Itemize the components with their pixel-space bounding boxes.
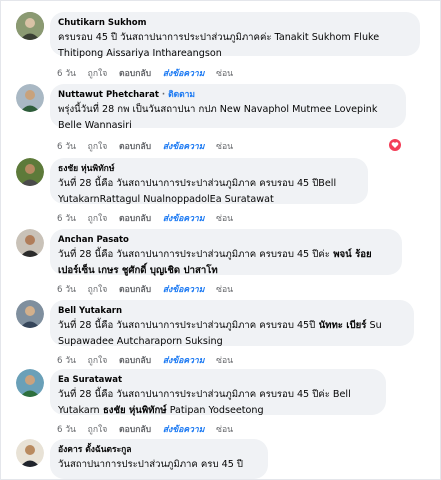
like-button[interactable]: ถูกใจ [88,282,108,296]
send-message-link[interactable]: ส่งข้อความ [163,422,205,436]
comment-bubble: Nuttawut Phetcharat · ติดตาม พรุ่งนี้วัน… [50,84,406,131]
send-message-link[interactable]: ส่งข้อความ [163,66,205,80]
reply-button[interactable]: ตอบกลับ [119,282,151,296]
avatar[interactable] [16,84,44,112]
comment-bubble: Bell Yutakarn วันที่ 28 นี้คือ วันสถาปนา… [50,300,414,347]
comment-text: วันที่ 28 นี้คือ วันสถาปนาการประปาส่วนภู… [58,320,316,331]
comment-text-line: วันที่ 28 นี้คือ วันสถาปนาการประปาส่วนภู… [58,178,337,189]
comment-text-line: ครบรอบ 45 ปี วันสถาปนาการประปาส่วนภูมิภา… [58,32,380,43]
tagged-name[interactable]: ธงชัย หุ่นพิทักษ์ [100,405,167,416]
avatar[interactable] [16,369,44,397]
commenter-name-text[interactable]: Nuttawut Phetcharat [58,90,159,100]
comment-text-line: วันที่ 28 นี้คือ วันสถาปนาการประปาส่วนภู… [58,247,392,263]
comment-actions: 6 วัน ถูกใจ ตอบกลับ ส่งข้อความ ซ่อน [57,211,242,225]
send-message-link[interactable]: ส่งข้อความ [163,353,205,367]
comment-bubble: Chutikarn Sukhom ครบรอบ 45 ปี วันสถาปนาก… [50,12,420,59]
comment-text-line: วันสถาปนาการประปาส่วนภูมิภาค ครบ 45 ปี [58,459,243,470]
send-message-link[interactable]: ส่งข้อความ [163,211,205,225]
comment-bubble: อังคาร ตั้งฉันตระกูล วันสถาปนาการประปาส่… [50,439,268,479]
comment-bubble: Ea Suratawat วันที่ 28 นี้คือ วันสถาปนาก… [50,369,386,416]
like-button[interactable]: ถูกใจ [88,66,108,80]
avatar[interactable] [16,158,44,186]
comment-time[interactable]: 6 วัน [57,139,76,153]
like-button[interactable]: ถูกใจ [88,422,108,436]
comment-time[interactable]: 6 วัน [57,282,76,296]
comment-text-line: Supawadee Autcharaporn Suksing [58,336,223,347]
comment-actions: 6 วัน ถูกใจ ตอบกลับ ส่งข้อความ ซ่อน [57,422,242,436]
reply-button[interactable]: ตอบกลับ [119,422,151,436]
reply-button[interactable]: ตอบกลับ [119,139,151,153]
comment-text: Yutakarn [58,405,100,416]
avatar[interactable] [16,12,44,40]
avatar[interactable] [16,439,44,467]
comment-text-line: เปอร์เซ็น เกษร ชูศักดิ์ บุญเชิด ปาสาโท [58,263,392,279]
comment-text: Patipan Yodseetong [166,405,264,416]
comment-time[interactable]: 6 วัน [57,353,76,367]
like-button[interactable]: ถูกใจ [88,139,108,153]
comment-time[interactable]: 6 วัน [57,66,76,80]
comment-text-line: วันที่ 28 นี้คือ วันสถาปนาการประปาส่วนภู… [58,389,351,400]
comment-actions: 6 วัน ถูกใจ ตอบกลับ ส่งข้อความ ซ่อน [57,66,242,80]
commenter-name[interactable]: Anchan Pasato [58,234,392,247]
comment-text-line: YutakarnRattagul NualnoppadolEa Suratawa… [58,194,274,205]
commenter-name[interactable]: Bell Yutakarn [58,305,404,318]
heart-reaction-icon[interactable] [389,139,401,151]
comment-text: Su [366,320,382,331]
comment-text-line: พรุ่งนี้วันที่ 28 กพ เป็นวันสถาปนา กปภ N… [58,104,378,115]
tagged-name[interactable]: เปอร์เซ็น เกษร ชูศักดิ์ บุญเชิด ปาสาโท [58,265,218,276]
tagged-name[interactable]: นัททะ เบียร์ [315,320,367,331]
reply-button[interactable]: ตอบกลับ [119,211,151,225]
commenter-name: Nuttawut Phetcharat · ติดตาม [58,90,195,100]
comment-time[interactable]: 6 วัน [57,211,76,225]
commenter-name[interactable]: ธงชัย หุ่นพิทักษ์ [58,163,358,176]
tagged-name[interactable]: พจน์ ร้อย [330,249,371,260]
hide-button[interactable]: ซ่อน [216,422,233,436]
comment-text-line: Yutakarn ธงชัย หุ่นพิทักษ์ Patipan Yodse… [58,403,376,419]
hide-button[interactable]: ซ่อน [216,66,233,80]
hide-button[interactable]: ซ่อน [216,282,233,296]
like-button[interactable]: ถูกใจ [88,211,108,225]
avatar[interactable] [16,300,44,328]
comment-bubble: Anchan Pasato วันที่ 28 นี้คือ วันสถาปนา… [50,229,402,276]
hide-button[interactable]: ซ่อน [216,353,233,367]
comment-text-line: Thitipong Aissariya Inthareangson [58,48,222,59]
commenter-name[interactable]: Ea Suratawat [58,374,376,387]
hide-button[interactable]: ซ่อน [216,211,233,225]
reply-button[interactable]: ตอบกลับ [119,353,151,367]
send-message-link[interactable]: ส่งข้อความ [163,282,205,296]
reply-button[interactable]: ตอบกลับ [119,66,151,80]
comment-actions: 6 วัน ถูกใจ ตอบกลับ ส่งข้อความ ซ่อน [57,353,242,367]
commenter-name[interactable]: อังคาร ตั้งฉันตระกูล [58,444,258,457]
comment-text-line: Belle Wannasiri [58,120,132,131]
follow-link[interactable]: ติดตาม [168,90,195,100]
hide-button[interactable]: ซ่อน [216,139,233,153]
commenter-name[interactable]: Chutikarn Sukhom [58,17,410,30]
avatar[interactable] [16,229,44,257]
comment-text: วันที่ 28 นี้คือ วันสถาปนาการประปาส่วนภู… [58,249,330,260]
comment-bubble: ธงชัย หุ่นพิทักษ์ วันที่ 28 นี้คือ วันสถ… [50,158,368,205]
comment-text-line: วันที่ 28 นี้คือ วันสถาปนาการประปาส่วนภู… [58,318,404,334]
comment-time[interactable]: 6 วัน [57,422,76,436]
comment-actions: 6 วัน ถูกใจ ตอบกลับ ส่งข้อความ ซ่อน [57,282,242,296]
comment-actions: 6 วัน ถูกใจ ตอบกลับ ส่งข้อความ ซ่อน [57,139,242,153]
send-message-link[interactable]: ส่งข้อความ [163,139,205,153]
like-button[interactable]: ถูกใจ [88,353,108,367]
